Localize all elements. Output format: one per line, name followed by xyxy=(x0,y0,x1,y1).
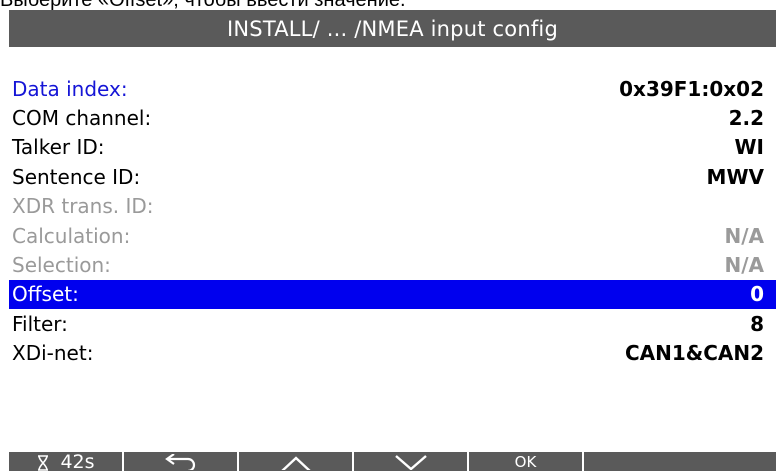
hourglass-icon xyxy=(38,454,49,471)
row-sentence-id[interactable]: Sentence ID: MWV xyxy=(9,162,776,191)
ok-label: OK xyxy=(514,452,537,471)
offset-label: Offset: xyxy=(12,282,79,307)
selection-label: Selection: xyxy=(12,253,111,278)
com-channel-value: 2.2 xyxy=(728,106,764,131)
calculation-label: Calculation: xyxy=(12,223,131,248)
row-xdr-trans-id: XDR trans. ID: xyxy=(9,192,776,221)
row-offset[interactable]: Offset: 0 xyxy=(9,279,776,310)
window-title: INSTALL/ ... /NMEA input config xyxy=(9,10,776,47)
row-filter[interactable]: Filter: 8 xyxy=(9,309,776,338)
offset-value: 0 xyxy=(750,282,764,307)
selection-value: N/A xyxy=(724,253,764,278)
down-button[interactable] xyxy=(354,452,469,471)
instruction-caption: Выберите «Offset», чтобы ввести значение… xyxy=(0,0,776,10)
settings-list: Data index: 0x39F1:0x02 COM channel: 2.2… xyxy=(9,74,776,368)
xdr-trans-id-label: XDR trans. ID: xyxy=(12,194,154,219)
row-calculation: Calculation: N/A xyxy=(9,221,776,250)
sentence-id-label: Sentence ID: xyxy=(12,164,141,189)
data-index-value: 0x39F1:0x02 xyxy=(619,76,764,101)
filter-label: Filter: xyxy=(12,311,68,336)
row-talker-id[interactable]: Talker ID: WI xyxy=(9,133,776,162)
timer-softkey: 42s xyxy=(9,452,124,471)
talker-id-value: WI xyxy=(734,135,764,160)
chevron-up-icon xyxy=(280,456,311,470)
filter-value: 8 xyxy=(750,311,764,336)
talker-id-label: Talker ID: xyxy=(12,135,105,160)
timer-value: 42s xyxy=(60,452,95,471)
row-com-channel[interactable]: COM channel: 2.2 xyxy=(9,103,776,132)
row-data-index[interactable]: Data index: 0x39F1:0x02 xyxy=(9,74,776,103)
back-button[interactable] xyxy=(124,452,239,471)
row-selection: Selection: N/A xyxy=(9,250,776,279)
config-panel: Data index: 0x39F1:0x02 COM channel: 2.2… xyxy=(9,47,776,458)
chevron-down-icon xyxy=(394,455,427,470)
xdi-net-label: XDi-net: xyxy=(12,341,94,366)
sentence-id-value: MWV xyxy=(706,164,764,189)
calculation-value: N/A xyxy=(724,223,764,248)
data-index-label: Data index: xyxy=(12,76,128,101)
up-button[interactable] xyxy=(239,452,354,471)
com-channel-label: COM channel: xyxy=(12,106,152,131)
xdi-net-value: CAN1&CAN2 xyxy=(624,341,764,366)
return-arrow-icon xyxy=(164,454,195,470)
empty-softkey xyxy=(584,452,776,471)
row-xdi-net[interactable]: XDi-net: CAN1&CAN2 xyxy=(9,339,776,368)
softkey-bar: 42s OK xyxy=(9,452,776,471)
ok-button[interactable]: OK xyxy=(469,452,584,471)
